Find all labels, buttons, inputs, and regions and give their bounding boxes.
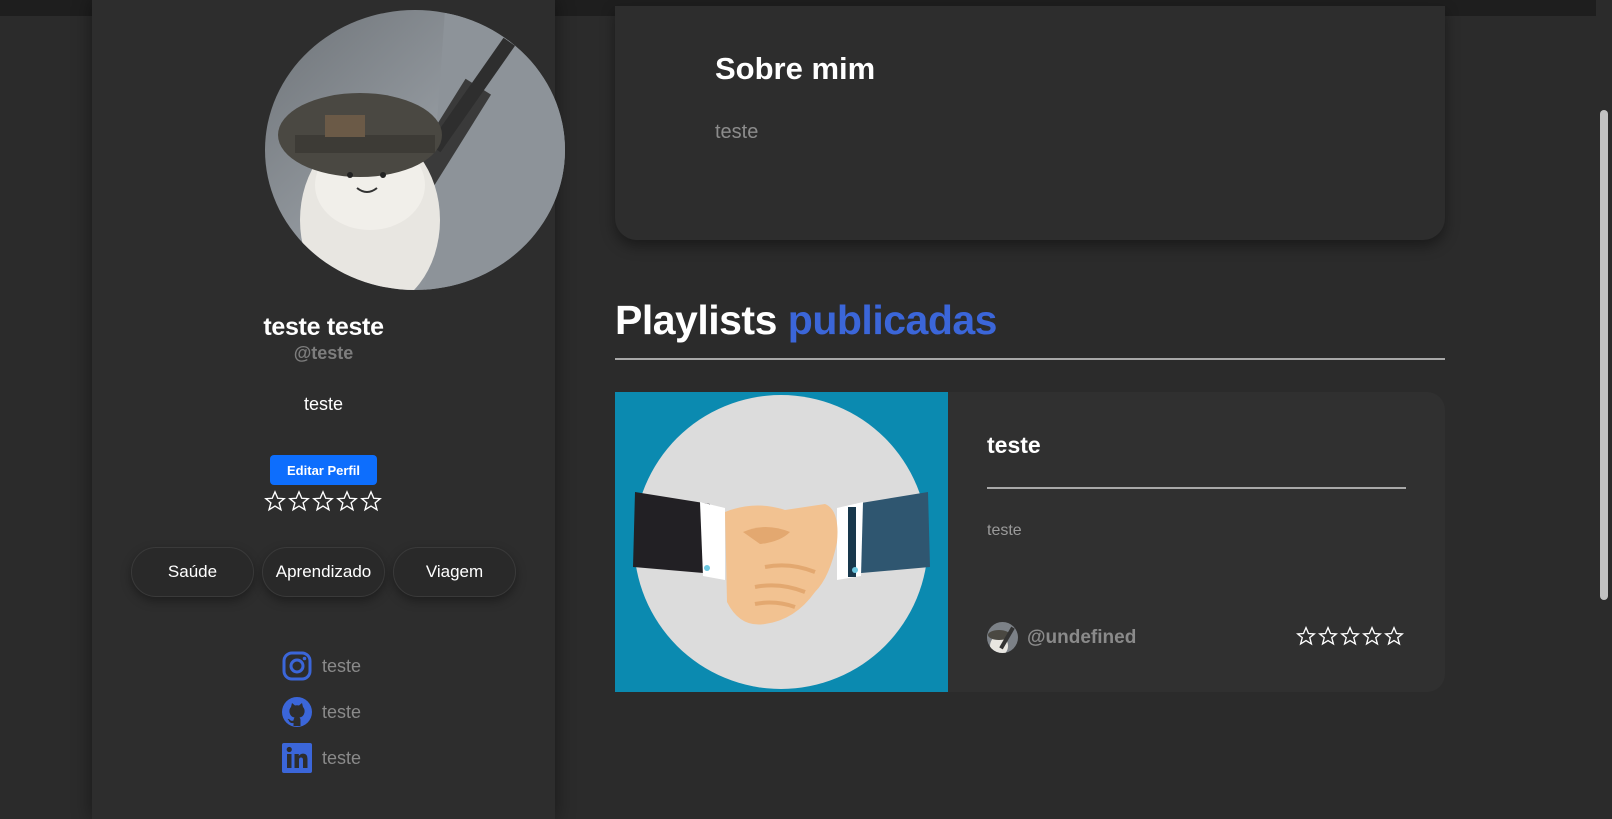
star-icon[interactable] bbox=[312, 490, 334, 512]
profile-name: teste teste bbox=[263, 313, 384, 341]
playlist-rating[interactable] bbox=[1296, 626, 1404, 646]
linkedin-icon bbox=[282, 743, 312, 773]
edit-profile-button[interactable]: Editar Perfil bbox=[270, 455, 377, 485]
author-avatar bbox=[987, 622, 1018, 653]
tag-viagem[interactable]: Viagem bbox=[393, 547, 516, 597]
star-icon[interactable] bbox=[336, 490, 358, 512]
social-link-linkedin[interactable]: teste bbox=[281, 735, 361, 781]
profile-sidebar: teste teste @teste teste Editar Perfil S… bbox=[92, 0, 565, 819]
tag-aprendizado[interactable]: Aprendizado bbox=[262, 547, 385, 597]
about-title: Sobre mim bbox=[715, 51, 876, 86]
star-icon[interactable] bbox=[264, 490, 286, 512]
social-link-github[interactable]: teste bbox=[281, 689, 361, 735]
playlist-description: teste bbox=[987, 522, 1022, 539]
star-icon[interactable] bbox=[1340, 626, 1360, 646]
social-label: teste bbox=[322, 701, 362, 722]
star-icon[interactable] bbox=[1384, 626, 1404, 646]
about-text: teste bbox=[715, 121, 759, 143]
star-icon[interactable] bbox=[288, 490, 310, 512]
star-icon[interactable] bbox=[360, 490, 382, 512]
instagram-icon bbox=[282, 651, 312, 681]
handshake-image bbox=[615, 392, 948, 692]
profile-bio: teste bbox=[303, 394, 344, 414]
author-handle: @undefined bbox=[1027, 626, 1137, 648]
playlist-card[interactable]: teste teste @undefined bbox=[615, 392, 1445, 692]
profile-handle: @teste bbox=[293, 343, 354, 363]
playlist-divider bbox=[987, 487, 1406, 489]
social-links: teste teste teste bbox=[281, 643, 361, 781]
section-divider bbox=[615, 358, 1445, 360]
social-label: teste bbox=[322, 747, 362, 768]
scrollbar-thumb[interactable] bbox=[1600, 110, 1608, 600]
social-label: teste bbox=[322, 655, 362, 676]
tag-saude[interactable]: Saúde bbox=[131, 547, 254, 597]
profile-avatar bbox=[265, 10, 565, 290]
star-icon[interactable] bbox=[1362, 626, 1382, 646]
section-title-accent: publicadas bbox=[787, 297, 998, 343]
interest-tags: Saúde Aprendizado Viagem bbox=[131, 547, 516, 597]
social-link-instagram[interactable]: teste bbox=[281, 643, 361, 689]
playlist-thumbnail[interactable] bbox=[615, 392, 948, 692]
section-title-main: Playlists bbox=[615, 297, 777, 343]
star-icon[interactable] bbox=[1296, 626, 1316, 646]
star-icon[interactable] bbox=[1318, 626, 1338, 646]
playlist-title[interactable]: teste bbox=[987, 432, 1041, 459]
playlist-author[interactable]: @undefined bbox=[987, 622, 1136, 653]
profile-rating[interactable] bbox=[264, 490, 382, 512]
playlists-section-title: Playlists publicadas bbox=[615, 297, 997, 344]
github-icon bbox=[282, 697, 312, 727]
about-card: Sobre mim teste bbox=[615, 6, 1445, 240]
